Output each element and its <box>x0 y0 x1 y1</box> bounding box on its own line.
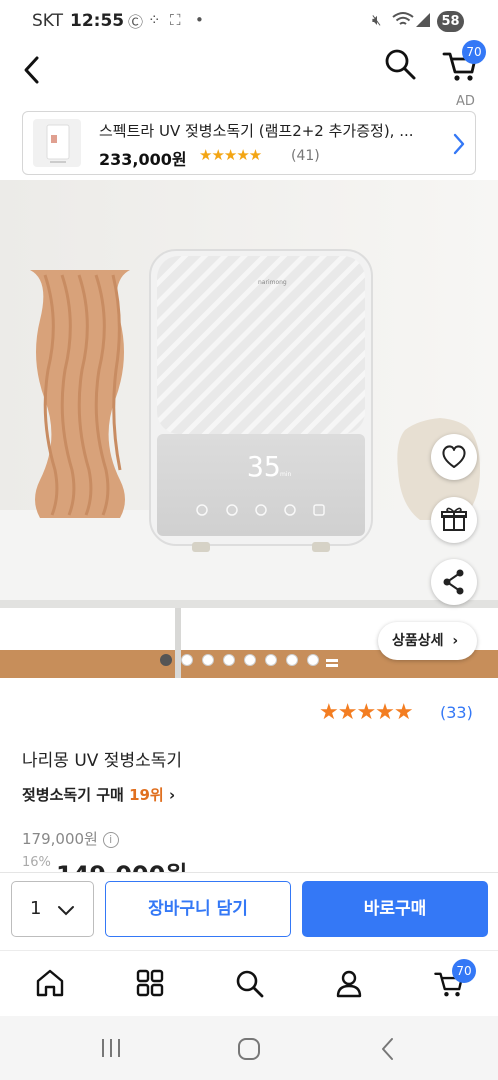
cart-count-badge: 70 <box>462 40 486 64</box>
dot-icon: • <box>195 11 204 29</box>
product-detail-label: 상품상세 <box>392 633 444 649</box>
clock: 12:55 <box>70 11 125 31</box>
carousel-dot[interactable] <box>181 654 193 666</box>
c-circle-icon: Ⓒ <box>128 13 144 31</box>
product-review-count[interactable]: (33) <box>440 703 473 722</box>
device-brand: narimong <box>258 279 287 286</box>
carrier-label: SKT <box>32 11 64 31</box>
carousel-dot[interactable] <box>244 654 256 666</box>
quantity-value: 1 <box>30 898 42 919</box>
quantity-select[interactable]: 1 <box>11 881 94 937</box>
chevron-left-icon <box>24 56 39 84</box>
product-name: 나리몽 UV 젖병소독기 <box>22 751 182 771</box>
battery-indicator: 58 <box>437 11 464 32</box>
category-rank-link[interactable]: 젖병소독기 구매 19위 › <box>22 784 175 805</box>
signal-icon <box>414 11 432 33</box>
nav-my-page[interactable] <box>333 967 365 999</box>
screenshot-icon: ⛶ <box>170 11 181 29</box>
grid-icon <box>136 969 164 997</box>
buy-now-button[interactable]: 바로구매 <box>302 881 488 937</box>
system-back-icon <box>382 1038 393 1060</box>
person-icon <box>336 970 362 998</box>
carousel-dot[interactable] <box>307 654 319 666</box>
home-system-button[interactable] <box>236 1036 262 1062</box>
ad-price: 233,000원 <box>99 150 187 169</box>
search-icon <box>385 49 416 80</box>
recent-apps-button[interactable] <box>98 1036 124 1060</box>
gift-icon <box>441 507 467 531</box>
share-icon <box>443 569 464 595</box>
device-display: 35 <box>247 450 281 483</box>
wishlist-button[interactable] <box>431 434 477 480</box>
ad-product-thumbnail <box>33 119 81 167</box>
ad-review-count: (41) <box>291 148 320 164</box>
system-nav-bar <box>0 1016 498 1080</box>
carousel-dot[interactable] <box>265 654 277 666</box>
carousel-dot[interactable] <box>286 654 298 666</box>
nav-categories[interactable] <box>134 967 166 999</box>
add-to-cart-button[interactable]: 장바구니 담기 <box>105 881 291 937</box>
nav-search[interactable] <box>233 967 265 999</box>
mute-icon: 🔇︎ <box>372 11 382 29</box>
nav-cart-count-badge: 70 <box>452 959 476 983</box>
carousel-dot[interactable] <box>160 654 172 666</box>
ad-rating-stars: ★★★★★ <box>199 146 262 164</box>
search-button[interactable] <box>382 46 418 82</box>
rank-label: 젖병소독기 구매 <box>22 786 124 804</box>
original-price: 179,000원 i <box>22 828 119 849</box>
product-detail-button[interactable]: 상품상세 › <box>378 622 477 660</box>
rank-value: 19위 <box>129 786 164 804</box>
share-button[interactable] <box>431 559 477 605</box>
ad-chevron-icon <box>449 130 469 158</box>
nav-home[interactable] <box>34 967 66 999</box>
chevron-down-icon <box>58 906 74 916</box>
recent-apps-icon <box>102 1039 120 1057</box>
home-square-icon <box>238 1038 260 1060</box>
discount-percent: 16% <box>22 855 51 870</box>
heart-icon <box>442 445 466 468</box>
info-icon[interactable]: i <box>102 831 119 848</box>
product-image-carousel[interactable]: narimong 35 min <box>0 180 498 678</box>
ad-label: AD <box>456 94 475 109</box>
purchase-bar: 1 장바구니 담기 바로구매 <box>0 872 498 950</box>
status-bar: SKT 12:55 Ⓒ ⁘ ⛶ • 🔇︎ 58 <box>0 0 498 44</box>
wifi-icon <box>392 11 414 33</box>
gift-button[interactable] <box>431 497 477 543</box>
back-button[interactable] <box>18 52 48 88</box>
top-header: 70 <box>0 40 498 96</box>
ad-banner[interactable]: 스펙트라 UV 젖병소독기 (램프2+2 추가증정), ... 233,000원… <box>22 111 476 175</box>
nav-cart[interactable]: 70 <box>432 959 476 1001</box>
dots-icon: ⁘ <box>148 11 161 29</box>
rank-chevron: › <box>168 786 176 804</box>
cart-button[interactable]: 70 <box>440 40 486 86</box>
home-icon <box>36 969 64 997</box>
product-detail-chevron: › <box>452 633 459 649</box>
system-back-button[interactable] <box>376 1036 400 1062</box>
device-display-unit: min <box>280 471 292 478</box>
carousel-more-icon[interactable] <box>326 654 338 667</box>
product-rating-stars[interactable]: ★★★★★ <box>319 700 414 725</box>
original-price-value: 179,000원 <box>22 830 98 848</box>
carousel-dot[interactable] <box>223 654 235 666</box>
carousel-dot[interactable] <box>202 654 214 666</box>
search-icon <box>236 970 264 998</box>
product-photo: narimong 35 min <box>0 180 498 678</box>
bottom-nav: 70 <box>0 950 498 1016</box>
ad-title: 스펙트라 UV 젖병소독기 (램프2+2 추가증정), ... <box>99 122 414 140</box>
